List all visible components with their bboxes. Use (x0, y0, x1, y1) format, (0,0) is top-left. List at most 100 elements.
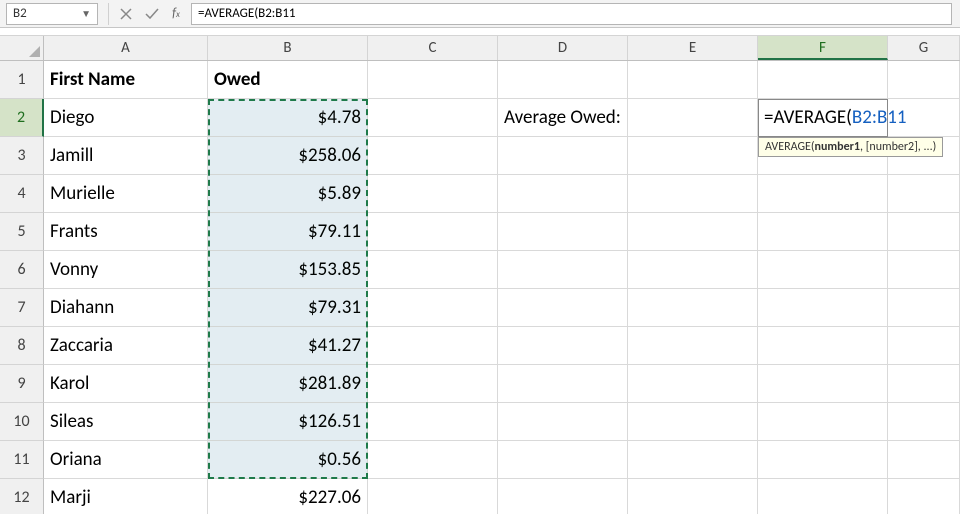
cell-A11[interactable]: Oriana (44, 441, 208, 479)
cell-D1[interactable] (498, 61, 628, 99)
cell[interactable] (758, 403, 888, 441)
row-header[interactable]: 7 (0, 289, 44, 327)
cell[interactable] (758, 289, 888, 327)
cell[interactable] (628, 213, 758, 251)
cell[interactable] (498, 365, 628, 403)
cell-F1[interactable] (758, 61, 888, 99)
cell[interactable] (888, 441, 960, 479)
cell-A7[interactable]: Diahann (44, 289, 208, 327)
cell[interactable] (758, 251, 888, 289)
cell-B10[interactable]: $126.51 (208, 403, 368, 441)
cell[interactable] (368, 213, 498, 251)
chevron-down-icon[interactable]: ▼ (81, 7, 91, 20)
name-box[interactable]: B2 ▼ (6, 3, 98, 25)
row-header[interactable]: 4 (0, 175, 44, 213)
cell[interactable] (628, 289, 758, 327)
row-header[interactable]: 11 (0, 441, 44, 479)
cell[interactable] (368, 137, 498, 175)
cell[interactable] (498, 137, 628, 175)
col-header-C[interactable]: C (368, 36, 498, 60)
cell-C2[interactable] (368, 99, 498, 137)
accept-formula-button[interactable] (139, 3, 165, 25)
cell[interactable] (368, 441, 498, 479)
cell-F2-editing[interactable]: =AVERAGE(B2:B11 AVERAGE(number1, [number… (758, 99, 888, 137)
cell-B5[interactable]: $79.11 (208, 213, 368, 251)
cell-A4[interactable]: Murielle (44, 175, 208, 213)
cell[interactable] (368, 479, 498, 514)
row-header[interactable]: 8 (0, 327, 44, 365)
cell[interactable] (888, 175, 960, 213)
cell-B12[interactable]: $227.06 (208, 479, 368, 514)
cell-D2[interactable]: Average Owed: (498, 99, 628, 137)
cell-B8[interactable]: $41.27 (208, 327, 368, 365)
formula-input[interactable]: =AVERAGE(B2:B11 (191, 3, 952, 25)
cell[interactable] (758, 441, 888, 479)
cell-A6[interactable]: Vonny (44, 251, 208, 289)
cell[interactable] (628, 479, 758, 514)
cell-A5[interactable]: Frants (44, 213, 208, 251)
cell-B11[interactable]: $0.56 (208, 441, 368, 479)
cell[interactable] (368, 327, 498, 365)
cell-B6[interactable]: $153.85 (208, 251, 368, 289)
cell-A12[interactable]: Marji (44, 479, 208, 514)
col-header-D[interactable]: D (498, 36, 628, 60)
cell[interactable] (368, 175, 498, 213)
cell[interactable] (758, 365, 888, 403)
cell-B2[interactable]: $4.78 (208, 99, 368, 137)
col-header-F[interactable]: F (758, 36, 888, 60)
cell[interactable] (498, 403, 628, 441)
cell-C1[interactable] (368, 61, 498, 99)
col-header-E[interactable]: E (628, 36, 758, 60)
cell[interactable] (628, 403, 758, 441)
cell[interactable] (498, 175, 628, 213)
fx-icon[interactable]: fx (165, 6, 187, 21)
row-header[interactable]: 2 (0, 99, 44, 137)
cell-A1[interactable]: First Name (44, 61, 208, 99)
cell[interactable] (368, 251, 498, 289)
cell[interactable] (498, 479, 628, 514)
cell[interactable] (888, 213, 960, 251)
cell-E2[interactable] (628, 99, 758, 137)
col-header-A[interactable]: A (44, 36, 208, 60)
cell[interactable] (628, 175, 758, 213)
row-header[interactable]: 5 (0, 213, 44, 251)
cell-E1[interactable] (628, 61, 758, 99)
row-header[interactable]: 3 (0, 137, 44, 175)
cell-A2[interactable]: Diego (44, 99, 208, 137)
cell[interactable] (628, 365, 758, 403)
cell[interactable] (628, 327, 758, 365)
cell[interactable] (628, 137, 758, 175)
cell[interactable] (888, 365, 960, 403)
select-all-corner[interactable] (0, 36, 44, 60)
row-header[interactable]: 12 (0, 479, 44, 514)
cell[interactable] (758, 327, 888, 365)
row-header[interactable]: 1 (0, 61, 44, 99)
cell[interactable] (368, 289, 498, 327)
col-header-B[interactable]: B (208, 36, 368, 60)
cell[interactable] (628, 441, 758, 479)
cell[interactable] (888, 479, 960, 514)
cell[interactable] (758, 479, 888, 514)
cell-A9[interactable]: Karol (44, 365, 208, 403)
col-header-G[interactable]: G (888, 36, 960, 60)
cell[interactable] (888, 327, 960, 365)
cell[interactable] (758, 213, 888, 251)
cell[interactable] (498, 213, 628, 251)
cell-B3[interactable]: $258.06 (208, 137, 368, 175)
cell-A8[interactable]: Zaccaria (44, 327, 208, 365)
row-header[interactable]: 10 (0, 403, 44, 441)
row-header[interactable]: 9 (0, 365, 44, 403)
cell[interactable] (628, 251, 758, 289)
cell[interactable] (368, 365, 498, 403)
cell[interactable] (758, 175, 888, 213)
cell[interactable] (368, 403, 498, 441)
cell[interactable] (498, 441, 628, 479)
cancel-formula-button[interactable] (113, 3, 139, 25)
cell-A3[interactable]: Jamill (44, 137, 208, 175)
cell-B1[interactable]: Owed (208, 61, 368, 99)
cell-G1[interactable] (888, 61, 960, 99)
row-header[interactable]: 6 (0, 251, 44, 289)
cell-B4[interactable]: $5.89 (208, 175, 368, 213)
cell-A10[interactable]: Sileas (44, 403, 208, 441)
cell-B7[interactable]: $79.31 (208, 289, 368, 327)
